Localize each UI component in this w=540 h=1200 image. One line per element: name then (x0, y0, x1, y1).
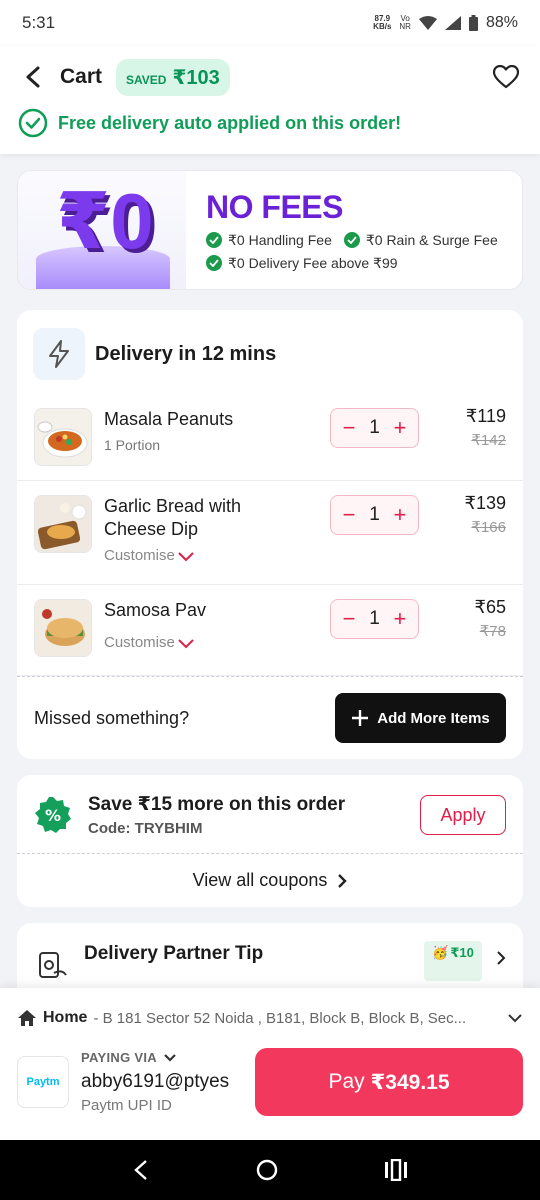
item-mrp: ₹166 (471, 519, 506, 536)
product-image[interactable] (34, 495, 92, 553)
chevron-right-icon (338, 873, 348, 888)
green-check-icon (343, 232, 360, 248)
payment-type: Paytm UPI ID (81, 1097, 172, 1114)
battery-level: 88% (485, 14, 518, 31)
decrease-button[interactable]: − (340, 415, 358, 441)
cart-item: Samosa Pav Customise − 1 + ₹65 ₹78 (17, 585, 523, 676)
paytm-logo: Paytm (17, 1056, 69, 1108)
saved-label: SAVED (126, 72, 167, 87)
item-quantity: 1 (369, 417, 380, 438)
item-quantity: 1 (369, 608, 380, 629)
lightning-bolt-icon (33, 328, 85, 380)
fee-item-rain-surge: ₹0 Rain & Surge Fee (343, 232, 498, 249)
view-all-coupons-link[interactable]: View all coupons (17, 853, 523, 907)
add-more-items-button[interactable]: Add More Items (335, 693, 506, 743)
item-mrp: ₹142 (471, 432, 506, 449)
party-icon: 🥳 (432, 945, 449, 960)
free-delivery-text: Free delivery auto applied on this order… (58, 112, 402, 133)
wifi-icon (418, 16, 437, 30)
increase-button[interactable]: + (391, 606, 409, 632)
svg-text:%: % (45, 806, 61, 825)
item-name: Garlic Bread with Cheese Dip (104, 496, 242, 539)
coupon-title: Save ₹15 more on this order (88, 794, 346, 815)
delivery-partner-tip-card[interactable]: Delivery Partner Tip 🥳 ₹10 (17, 923, 523, 993)
item-price: ₹139 (464, 493, 506, 513)
payment-method-selector[interactable]: PAYING VIA abby6191@ptyes Paytm UPI ID (81, 1050, 255, 1114)
increase-button[interactable]: + (391, 502, 409, 528)
chevron-down-icon (508, 1014, 522, 1023)
status-time: 5:31 (22, 13, 56, 32)
percent-badge-icon: % (34, 796, 72, 834)
chevron-down-icon (178, 638, 194, 648)
item-mrp: ₹78 (479, 623, 506, 640)
item-quantity: 1 (369, 504, 380, 525)
network-type-indicator: Vo NR (399, 14, 411, 31)
item-name: Samosa Pav (104, 600, 207, 620)
back-arrow-icon[interactable] (18, 62, 48, 92)
delivery-card: Delivery in 12 mins Masala Peanuts 1 Por… (17, 310, 523, 759)
coupon-card: % Save ₹15 more on this order Code: TRYB… (17, 775, 523, 907)
status-icons: 87.9 KB/s Vo NR 88% (373, 14, 518, 32)
free-delivery-banner: Free delivery auto applied on this order… (18, 108, 522, 138)
address-text: - B 181 Sector 52 Noida , B181, Block B,… (93, 1009, 467, 1027)
apply-coupon-button[interactable]: Apply (420, 795, 506, 835)
plus-icon (352, 710, 369, 726)
status-bar: 5:31 87.9 KB/s Vo NR 88% (0, 0, 540, 46)
address-label: Home (43, 1009, 88, 1026)
quantity-stepper: − 1 + (330, 408, 419, 448)
payment-id: abby6191@ptyes (81, 1071, 230, 1092)
decrease-button[interactable]: − (340, 606, 358, 632)
pay-button[interactable]: Pay ₹349.15 (255, 1048, 523, 1116)
home-icon (18, 1010, 36, 1026)
recents-icon[interactable] (384, 1159, 408, 1181)
checkout-panel: Home - B 181 Sector 52 Noida , B181, Blo… (0, 988, 540, 1140)
cart-item: Garlic Bread with Cheese Dip Customise −… (17, 481, 523, 585)
cart-item: Masala Peanuts 1 Portion − 1 + ₹119 ₹142 (17, 394, 523, 481)
zero-rupee-graphic: ₹0 (56, 177, 154, 265)
fee-item-delivery: ₹0 Delivery Fee above ₹99 (206, 255, 398, 272)
delivery-time-title: Delivery in 12 mins (95, 342, 277, 365)
zero-fee-illustration: ₹0 (18, 171, 186, 289)
missed-something-text: Missed something? (34, 707, 190, 728)
net-speed-indicator: 87.9 KB/s (373, 14, 392, 31)
system-nav-bar (0, 1140, 540, 1200)
chevron-right-icon (497, 951, 506, 965)
quantity-stepper: − 1 + (330, 599, 419, 639)
chevron-down-icon (178, 551, 194, 561)
page-title: Cart (60, 65, 103, 88)
tip-icon (39, 952, 67, 978)
no-fees-card: ₹0 NO FEES ₹0 Handling Fee ₹0 Rain & Sur… (17, 170, 523, 290)
missed-something-row: Missed something? Add More Items (17, 676, 523, 759)
decrease-button[interactable]: − (340, 502, 358, 528)
green-check-icon (206, 255, 222, 271)
product-image[interactable] (34, 599, 92, 657)
chevron-down-icon (164, 1053, 176, 1062)
saved-amount: ₹103 (172, 66, 220, 89)
tip-amount-tag[interactable]: 🥳 ₹10 (424, 941, 482, 981)
customise-link[interactable]: Customise (104, 547, 304, 564)
quantity-stepper: − 1 + (330, 495, 419, 535)
cart-header: Cart SAVED ₹103 Free delivery auto appli… (0, 46, 540, 154)
home-circle-icon[interactable] (255, 1158, 279, 1182)
coupon-code: Code: TRYBHIM (88, 820, 203, 837)
back-icon[interactable] (132, 1159, 150, 1181)
item-portion: 1 Portion (104, 437, 161, 453)
green-check-icon (206, 232, 222, 248)
no-fees-title: NO FEES (206, 188, 343, 225)
increase-button[interactable]: + (391, 415, 409, 441)
item-name: Masala Peanuts (104, 409, 234, 429)
product-image[interactable] (34, 408, 92, 466)
signal-icon (444, 16, 461, 30)
heart-icon[interactable] (490, 61, 522, 93)
customise-link[interactable]: Customise (104, 634, 304, 651)
tip-title: Delivery Partner Tip (84, 943, 264, 964)
saved-badge: SAVED ₹103 (116, 58, 230, 96)
address-row[interactable]: Home - B 181 Sector 52 Noida , B181, Blo… (17, 988, 523, 1048)
item-price: ₹65 (474, 597, 506, 617)
item-price: ₹119 (465, 406, 506, 426)
fee-item-handling: ₹0 Handling Fee (206, 232, 332, 249)
check-circle-icon (18, 108, 48, 138)
battery-icon (468, 15, 478, 31)
